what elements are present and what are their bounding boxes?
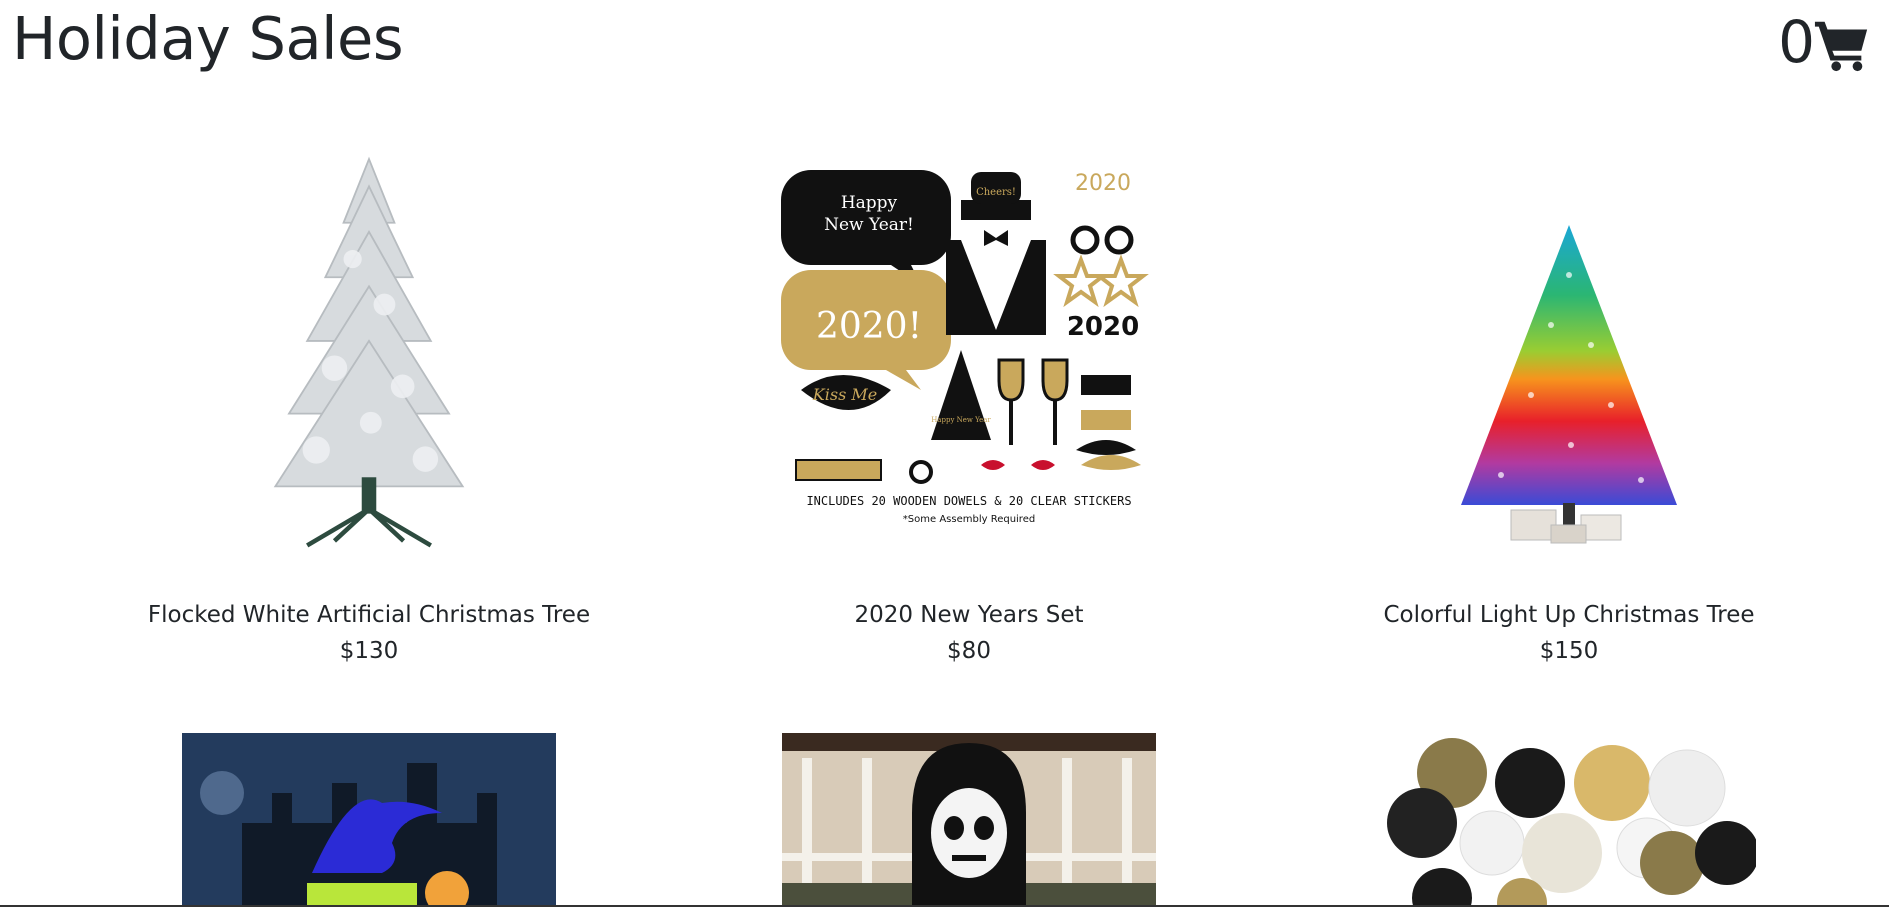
image-bubble-text: 2020! bbox=[816, 306, 922, 347]
image-glasses-text: 2020 bbox=[1067, 312, 1139, 342]
product-image-new-years-set[interactable]: Happy New Year! 2020! Cheers! 2020 2020 … bbox=[781, 150, 1157, 550]
product-name[interactable]: 2020 New Years Set bbox=[669, 602, 1269, 628]
product-image-flocked-tree[interactable] bbox=[181, 150, 557, 550]
product-name[interactable]: Colorful Light Up Christmas Tree bbox=[1269, 602, 1869, 628]
product-image-colorful-tree[interactable] bbox=[1381, 190, 1757, 590]
product-image-paper-decorations[interactable] bbox=[1382, 733, 1756, 907]
image-hat-text: Cheers! bbox=[976, 187, 1016, 198]
product-price: $150 bbox=[1539, 638, 1599, 664]
image-lips-text: Kiss Me bbox=[812, 385, 877, 404]
image-glasses-text: 2020 bbox=[1075, 171, 1131, 196]
product-image-halloween-witch[interactable] bbox=[182, 733, 556, 907]
image-bubble-text: New Year! bbox=[824, 215, 914, 235]
image-bubble-text: Happy bbox=[841, 193, 898, 213]
product-price: $130 bbox=[339, 638, 399, 664]
product-name[interactable]: Flocked White Artificial Christmas Tree bbox=[69, 602, 669, 628]
product-price: $80 bbox=[947, 638, 991, 664]
product-grid: Flocked White Artificial Christmas Tree … bbox=[0, 0, 1889, 907]
product-image-grim-reaper[interactable] bbox=[782, 733, 1156, 907]
image-party-hat-text: Happy New Year bbox=[931, 416, 991, 424]
image-caption: INCLUDES 20 WOODEN DOWELS & 20 CLEAR STI… bbox=[806, 494, 1131, 508]
image-sub-caption: *Some Assembly Required bbox=[903, 514, 1035, 525]
